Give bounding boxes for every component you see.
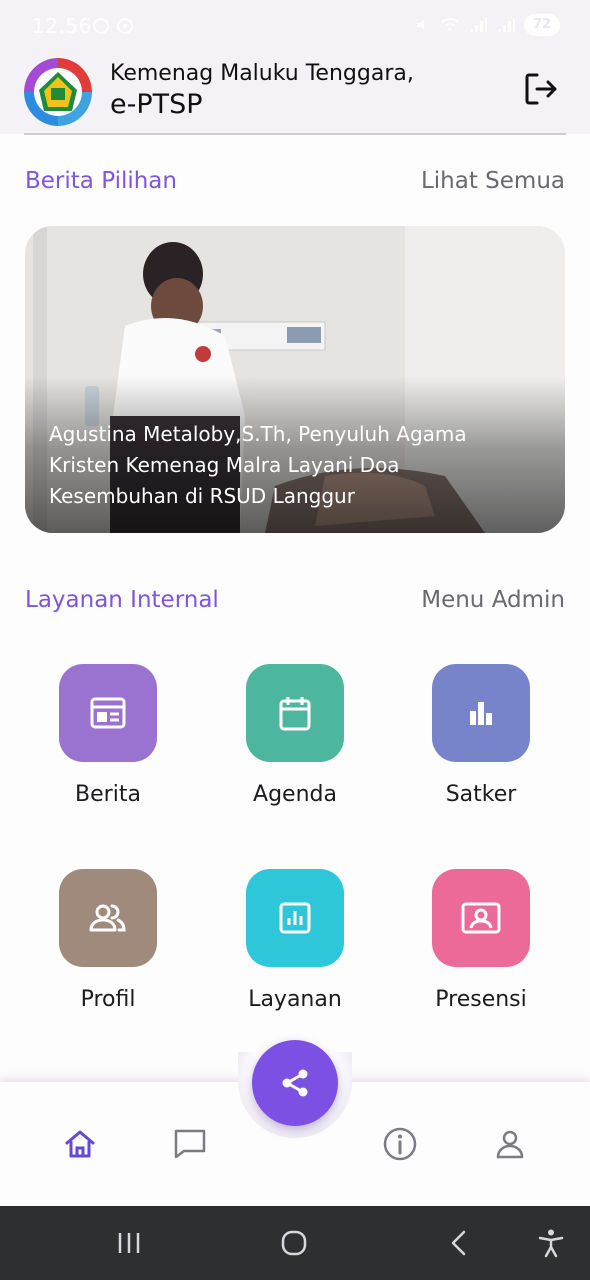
service-label: Profil [80,987,136,1012]
service-tile[interactable] [59,869,157,967]
wifi-icon [441,18,459,31]
service-label: Layanan [248,987,342,1012]
service-label: Presensi [435,987,527,1012]
service-label: Berita [75,782,141,807]
service-presensi[interactable]: Presensi [411,869,551,1012]
mute-icon [417,20,424,30]
home-circle-icon [281,1230,307,1256]
featured-news-card[interactable]: Agustina Metaloby,S.Th, Penyuluh Agama K… [25,226,565,533]
accessibility-icon [538,1229,564,1258]
status-bar: 12.56 72 [0,0,590,56]
service-tile[interactable] [432,869,530,967]
app-header: Kemenag Maluku Tenggara, e-PTSP [0,56,590,134]
share-button[interactable] [252,1040,338,1126]
service-tile[interactable] [59,664,157,762]
status-notification-icons [92,17,134,35]
services-section-title: Layanan Internal [25,587,219,613]
back-button[interactable] [444,1228,474,1258]
admin-menu-link[interactable]: Menu Admin [421,587,565,613]
message-icon [93,18,109,34]
status-time: 12.56 [32,14,92,38]
nav-home[interactable] [60,1124,100,1164]
nav-chat[interactable] [170,1124,210,1164]
chat-icon [174,1129,206,1159]
service-satker[interactable]: Satker [411,664,551,807]
home-icon [65,1130,95,1158]
header-subtitle: e-PTSP [110,89,203,120]
system-home-button[interactable] [279,1228,309,1258]
service-tile[interactable] [246,664,344,762]
signal-icon [470,18,487,32]
service-tile[interactable] [246,869,344,967]
user-icon [496,1130,524,1159]
nav-profile[interactable] [490,1124,530,1164]
bar-chart-icon [470,702,492,725]
accessibility-button[interactable] [536,1228,566,1258]
chart-box-icon [279,902,311,934]
header-divider [24,133,566,135]
users-icon [89,904,126,932]
recents-icon [118,1233,140,1253]
back-icon [451,1230,466,1256]
service-label: Satker [445,782,517,807]
news-caption: Agustina Metaloby,S.Th, Penyuluh Agama K… [49,422,467,508]
service-agenda[interactable]: Agenda [225,664,365,807]
see-all-link[interactable]: Lihat Semua [421,168,565,194]
battery-indicator: 72 [524,14,560,36]
newspaper-icon [90,697,126,729]
service-tile[interactable] [432,664,530,762]
service-profil[interactable]: Profil [38,869,178,1012]
whatsapp-icon [117,18,133,34]
recents-button[interactable] [114,1228,144,1258]
logout-icon [525,73,557,105]
logout-button[interactable] [518,66,564,112]
featured-section-title: Berita Pilihan [25,168,177,194]
nav-info[interactable] [380,1124,420,1164]
header-title: Kemenag Maluku Tenggara, [110,61,414,86]
kemenag-logo [24,58,92,126]
info-icon [383,1127,417,1161]
id-card-icon [461,902,501,934]
signal-icon [498,18,515,32]
service-label: Agenda [253,782,337,807]
calendar-icon [279,697,311,731]
share-icon [282,1069,308,1097]
service-layanan[interactable]: Layanan [225,869,365,1012]
service-berita[interactable]: Berita [38,664,178,807]
system-nav-bar [0,1206,590,1280]
status-indicators: 72 [414,14,560,36]
